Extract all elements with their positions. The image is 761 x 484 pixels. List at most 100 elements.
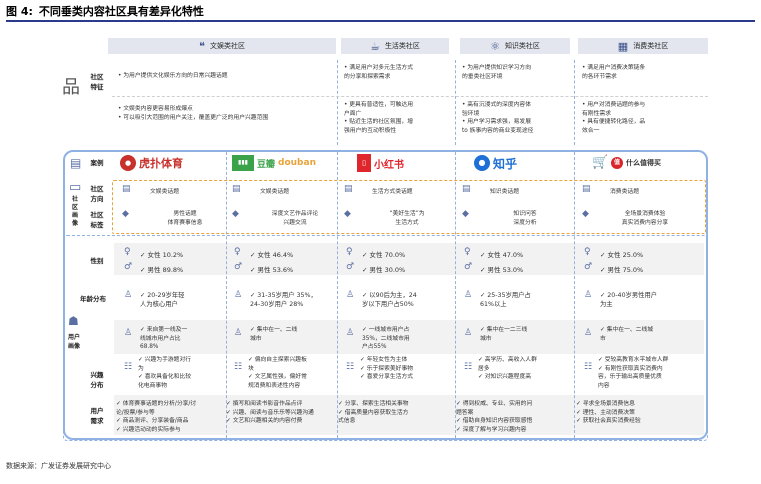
column-header-lifestyle: ☕ 生活类社区 [341,38,449,54]
gender-female: ✓ 女性 47.0% [480,251,524,259]
city-distribution: ✓ 来自第一线及一 线城市用户占比 68.8% [140,327,188,350]
interest-icon: ☷ [124,362,133,372]
user-needs: ✓ 体育赛事话题的分析/分享/讨 论/投票/参与等 ✓ 商品测评、分享装备/商品 ✓… [116,401,197,433]
advantages-consumer: • 用户对消费话题的参与 有刚性需求 • 具有便捷转化路径，品 效合一 [582,102,646,134]
column-header-label: 生活类社区 [384,42,420,50]
age-person-icon: ♙ [346,290,355,300]
features-consumer: • 满足用户消费决策链条 的各环节需求 [582,65,646,80]
advantages-lifestyle: • 更具有普适性，可触达用 户面广 • 贴近生活的社区氛围，增 强用户的互动积极性 [344,102,414,134]
coffee-icon: ☕ [370,39,380,53]
interest-distribution: ✓ 受较高教育水平城市人群 ✓ 有刚性获取真实消费内 容，乐于输出高质量优质 内容 [598,357,669,389]
tag-icon: ◆ [344,209,351,219]
column-header-knowledge: ⚛ 知识类社区 [460,38,570,54]
male-icon: ♂ [464,262,473,272]
community-direction: 知识类话题 [490,189,519,195]
community-direction: 消费类话题 [610,189,639,195]
city-person-icon: ♙ [584,328,593,338]
male-icon: ♂ [346,262,355,272]
atom-icon: ⚛ [490,39,500,53]
age-distribution: ✓ 25-35岁用户占 61%以上 [480,292,531,308]
city-person-icon: ♙ [124,328,133,338]
age-distribution: ✓ 以90后为主，24 岁以下用户占50% [362,292,417,308]
column-header-consumer: ▦ 消费类社区 [578,38,708,54]
chat-icon: ▤ [582,184,591,194]
shop-icon: ▦ [617,39,629,53]
column-header-label: 文娱类社区 [209,42,245,50]
age-distribution: ✓ 20-29岁年轻 人为核心用户 [140,292,185,308]
community-tag: 知识问答 深度分析 [513,211,537,226]
features-entertainment: • 为用户提供文化娱乐方向的日常兴趣话题 [118,73,228,79]
user-needs: ✓ 撰写和阅读书影音作品点评 ✓ 兴趣、阅读与音乐乐等兴趣沟通 ✓ 文艺和兴趣相关的… [226,401,314,424]
age-person-icon: ♙ [464,290,473,300]
city-person-icon: ♙ [234,328,243,338]
figure-title: 图 4: 不同垂类内容社区具有差异化特性 [6,5,755,22]
female-icon: ♀ [124,247,131,257]
interest-label: 兴趣 分布 [90,371,104,389]
community-tag: 全场景消费体验 真实消费内容分享 [621,211,669,226]
features-lifestyle: • 满足用户对多元生活方式 的分享和探索需求 [344,65,414,80]
gender-female: ✓ 女性 46.4% [250,251,294,259]
column-header-entertainment: ❝ 文娱类社区 [108,38,336,54]
portrait-label: 社 区 画 像 [71,196,78,227]
interest-distribution: ✓ 兴趣为手游题对行 为 ✓ 喜欢具备化和比较 化电商事物 [138,357,192,389]
source-note: 数据来源：广发证券发展研究中心 [6,462,111,470]
age-person-icon: ♙ [584,290,593,300]
community-direction-label: 社区 方向 [90,185,104,203]
advantages-entertainment: • 文娱类内容更容易形成爆点 • 可以吸引大范围的用户关注，覆盖更广泛的用户兴趣范… [118,106,269,121]
column-header-label: 知识类社区 [504,42,540,50]
logo-zhihu: ● 知乎 [474,153,517,173]
user-needs: ✓ 分享、探索生活相关事物 ✓ 借高质量内容获取生活方 式信息 [338,401,409,424]
interest-icon: ☷ [584,362,593,372]
monitor-icon: ▭ [69,180,82,195]
city-person-icon: ♙ [464,328,473,338]
logo-smzdm: 🛒 值什么值得买 [592,155,661,170]
gender-female: ✓ 女性 10.2% [140,251,184,259]
document-icon: ▤ [70,156,82,170]
tag-icon: ◆ [462,209,469,219]
interest-distribution: ✓ 高学历、高收入人群 居多 ✓ 对知识兴趣程度高 [478,357,537,380]
tag-icon: ◆ [582,209,589,219]
figure-title-text: 不同垂类内容社区具有差异化特性 [38,5,204,18]
logo-douban: ▮▮▮ 豆瓣 douban [232,153,316,173]
gender-male: ✓ 男性 53.6% [250,266,294,274]
interest-icon: ☷ [346,362,355,372]
gender-label: 性别 [90,257,104,265]
interest-icon: ☷ [234,362,243,372]
user-needs: ✓ 寻求全场景消费信息 ✓ 理性、主动消费决策 ✓ 获取社会真实消费经验 [576,401,641,424]
age-distribution: ✓ 20-40岁男性用户 为主 [600,292,658,308]
features-knowledge: • 为用户提供知识学习方向 的垂类社区环境 [462,65,532,80]
chat-icon: ▤ [462,184,471,194]
chat-icon: ▤ [232,184,241,194]
community-tag-label: 社区 标签 [90,211,104,229]
tag-icon: ◆ [122,209,129,219]
interest-distribution: ✓ 偏向自主探索兴趣板 块 ✓ 文艺属性强，偏好常 规消费和表述性内容 [248,357,307,389]
needs-label: 用户 需求 [90,407,104,425]
tag-icon: ◆ [232,209,239,219]
age-distribution: ✓ 31-35岁用户 35%， 24-30岁用户 28% [250,292,317,308]
chat-icon: ▤ [344,184,353,194]
city-distribution: ✓ 集中在一、二线城 市 [600,327,654,342]
city-distribution: ✓ 一线城市用户占 35%，二线城市用 户占55% [362,327,410,350]
logo-hupu: ● 虎扑体育 [120,153,183,173]
user-needs: ✓ 得到权威、专业、实用的问 题答案 ✓ 借助自身知识内容获取感悟 ✓ 深度了解与学… [456,401,533,433]
male-icon: ♂ [124,262,133,272]
interest-distribution: ✓ 年轻女性为主体 ✓ 乐于探索美好事物 ✓ 喜爱分享生活方式 [360,357,414,380]
gender-female: ✓ 女性 70.0% [362,251,406,259]
column-header-label: 消费类社区 [633,42,669,50]
female-icon: ♀ [584,247,591,257]
community-tag: 男性话题 体育赛事信息 [167,211,203,226]
user-portrait-label: 用户 画像 [68,334,81,350]
community-tag: “美好生活”为 生活方式 [389,211,425,226]
quote-icon: ❝ [199,39,205,53]
gender-male: ✓ 男性 30.0% [362,266,406,274]
community-direction: 文娱类话题 [260,189,289,195]
city-distribution: ✓ 集中在一、二线 城市 [250,327,298,342]
case-label: 案例 [90,159,104,167]
community-direction: 文娱类话题 [150,189,179,195]
gender-male: ✓ 男性 53.0% [480,266,524,274]
age-person-icon: ♙ [124,290,133,300]
female-icon: ♀ [234,247,241,257]
chat-icon: ▤ [122,184,131,194]
group-icon: ☗ [68,314,79,328]
features-label: 社区 特征 [90,73,104,91]
